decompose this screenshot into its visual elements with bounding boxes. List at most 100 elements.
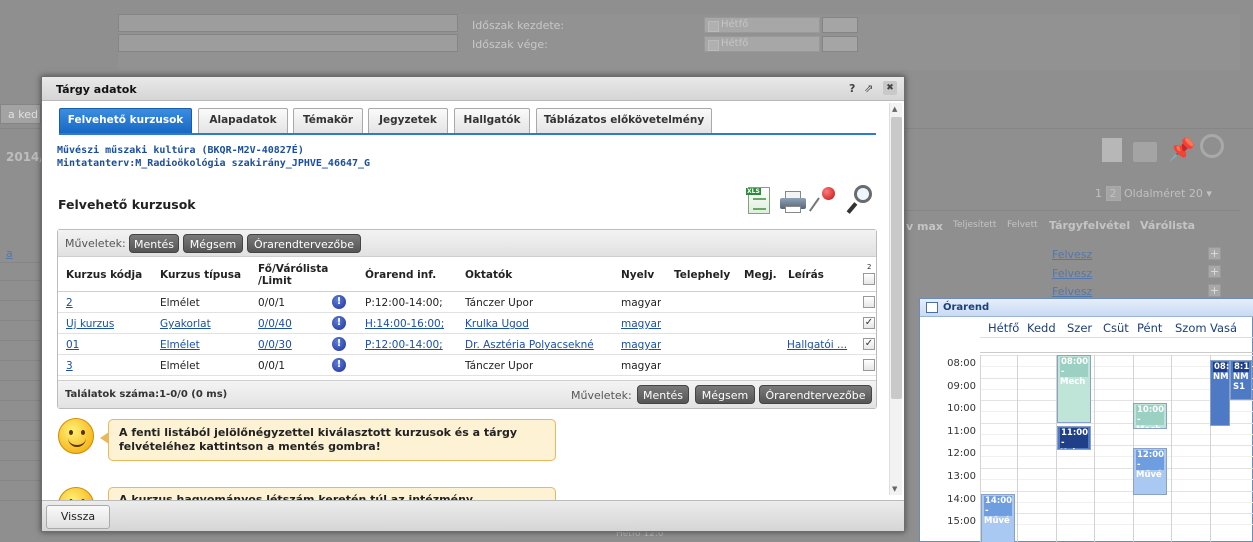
course-select-checkbox[interactable] (863, 296, 875, 308)
event-name: Mech (1060, 377, 1086, 387)
plus-icon[interactable]: + (1208, 284, 1221, 297)
course-type[interactable]: Elmélet (160, 339, 200, 351)
course-schedule[interactable]: P:12:00-14:00; (365, 339, 443, 351)
page-num[interactable]: 2 (1105, 186, 1121, 201)
info-icon[interactable]: ! (332, 316, 346, 330)
cancel-button-bottom[interactable]: Mégsem (695, 385, 755, 404)
timetable-panel: Órarend Hétfő Kedd Szer Csüt Pént Szom Vasá 08… (919, 298, 1253, 542)
col-header: v max (906, 220, 943, 233)
timetable-event[interactable]: 10:00 -Mech (1133, 403, 1167, 429)
page-num[interactable]: 1 (1095, 187, 1102, 200)
timetable-event[interactable]: 11:00 -Kala (1057, 426, 1091, 450)
timetable-titlebar[interactable]: Órarend (920, 299, 1253, 317)
restore-icon[interactable]: ⇗ (864, 82, 873, 95)
page-size-value[interactable]: 20 (1189, 187, 1203, 200)
dialog-scrollbar[interactable]: ▲ ▼ (889, 103, 902, 495)
course-type[interactable]: Gyakorlat (160, 318, 211, 330)
time-field-2[interactable] (822, 36, 858, 52)
hour-label: 08:00 (947, 358, 976, 369)
table-row: 2 Elmélet 0/0/1! P:12:00-14:00; Tánczer Upor… (58, 293, 876, 313)
col-header-site[interactable]: Telephely (674, 269, 730, 281)
timetable-event[interactable]: 8:1 NM S1 (1230, 360, 1252, 400)
print-icon-bg[interactable] (1133, 142, 1157, 162)
time-field-1[interactable] (822, 17, 858, 33)
course-select-checkbox[interactable]: ✓ (863, 338, 875, 350)
back-button[interactable]: Vissza (46, 505, 110, 529)
course-select-checkbox[interactable]: ✓ (863, 317, 875, 329)
course-limit[interactable]: 0/0/40 (258, 318, 292, 330)
col-header-note[interactable]: Megj. (744, 269, 777, 281)
close-icon[interactable]: ✖ (883, 81, 897, 95)
tab-tablazatos-elokovetelmeny[interactable]: Táblázatos előkövetelmény (536, 108, 712, 133)
course-limit[interactable]: 0/0/30 (258, 339, 292, 351)
day-header: Vasá (1210, 321, 1238, 335)
tab-hallgatok[interactable]: Hallgatók (454, 108, 530, 133)
save-button-bottom[interactable]: Mentés (637, 385, 689, 404)
course-limit: 0/0/1 (258, 297, 286, 309)
course-code-link[interactable]: 01 (66, 339, 79, 351)
timetable-event[interactable]: 12:00 - Művé (1133, 448, 1167, 495)
col-header-schedule[interactable]: Órarend inf. (365, 269, 436, 281)
add-to-planner-button-bottom[interactable]: Órarendtervezőbe (759, 385, 872, 404)
course-schedule[interactable]: H:14:00-16:00; (365, 318, 444, 330)
hour-label: 13:00 (947, 471, 976, 482)
dialog-titlebar[interactable]: Tárgy adatok ? ⇗ ✖ (42, 77, 904, 101)
tab-alapadatok[interactable]: Alapadatok (198, 108, 288, 133)
course-language: magyar (621, 360, 662, 372)
info-icon[interactable]: ! (332, 358, 346, 372)
cancel-button[interactable]: Mégsem (183, 234, 243, 253)
timetable-event[interactable]: 14:00 - Művé (981, 494, 1015, 542)
plus-icon[interactable]: + (1208, 247, 1221, 260)
course-code-link[interactable]: Új kurzus (66, 318, 114, 330)
help-icon[interactable]: ? (849, 82, 855, 95)
info-icon[interactable]: ! (332, 337, 346, 351)
felvesz-link[interactable]: Felvesz (1052, 285, 1092, 298)
course-code-link[interactable]: 3 (66, 360, 73, 372)
course-code-link[interactable]: 2 (66, 297, 73, 309)
col-header-limit[interactable]: Fő/Várólista /Limit (258, 263, 340, 287)
scroll-up-icon[interactable]: ▲ (892, 105, 897, 113)
tab-jegyzetek[interactable]: Jegyzetek (368, 108, 448, 133)
course-select-checkbox[interactable] (863, 359, 875, 371)
felvesz-link[interactable]: Felvesz (1052, 248, 1092, 261)
tab-temakor[interactable]: Témakör (293, 108, 363, 133)
table-row: Új kurzus Gyakorlat 0/0/40! H:14:00-16:00; K… (58, 314, 876, 334)
excel-export-icon[interactable]: XLS (746, 187, 770, 214)
hint-box: A fenti listából jelölőnégyzettel kivála… (100, 419, 556, 461)
pager: 1 2 Oldalméret 20 ▾ (1095, 186, 1212, 201)
period-start-select[interactable]: Hétfő (704, 17, 820, 33)
save-button[interactable]: Mentés (129, 234, 179, 253)
period-end-select[interactable]: Hétfő (704, 36, 820, 52)
search-icon-bg[interactable] (1200, 134, 1224, 158)
print-icon[interactable] (780, 191, 806, 213)
scroll-down-icon[interactable]: ▼ (892, 485, 897, 493)
col-header-language[interactable]: Nyelv (621, 269, 654, 281)
pin-icon-bg[interactable]: 📌 (1168, 138, 1195, 163)
course-teacher: Tánczer Upor (465, 297, 534, 309)
course-teacher[interactable]: Krulka Ugod (465, 318, 529, 330)
scroll-thumb[interactable] (891, 117, 902, 399)
col-header-type[interactable]: Kurzus típusa (160, 269, 241, 281)
search-icon[interactable] (846, 185, 874, 215)
left-cut-link[interactable]: a (6, 247, 13, 260)
col-header-code[interactable]: Kurzus kódja (66, 269, 142, 281)
pin-icon[interactable] (809, 185, 840, 215)
info-icon[interactable]: ! (332, 295, 346, 309)
select-all-checkbox[interactable] (863, 273, 875, 285)
col-header-teachers[interactable]: Oktatók (465, 269, 512, 281)
course-description[interactable]: Hallgatói ... (787, 339, 859, 351)
day-header: Pént (1137, 321, 1163, 335)
course-language[interactable]: magyar (621, 318, 661, 330)
event-name: Művé (1136, 470, 1162, 480)
course-language[interactable]: magyar (621, 339, 661, 351)
tab-felveheto-kurzusok[interactable]: Felvehető kurzusok (59, 108, 192, 133)
add-to-planner-button[interactable]: Órarendtervezőbe (247, 234, 361, 253)
event-name: Kala (1060, 448, 1088, 449)
timetable-event[interactable]: 08:10NM (1210, 360, 1230, 426)
plus-icon[interactable]: + (1208, 265, 1221, 278)
felvesz-link[interactable]: Felvesz (1052, 267, 1092, 280)
timetable-event[interactable]: 08:00 - Mech (1057, 355, 1091, 423)
col-header-description[interactable]: Leírás (788, 269, 824, 281)
course-teacher[interactable]: Dr. Asztéria Polyacsekné (465, 339, 594, 351)
excel-export-icon-bg[interactable] (1102, 138, 1122, 162)
